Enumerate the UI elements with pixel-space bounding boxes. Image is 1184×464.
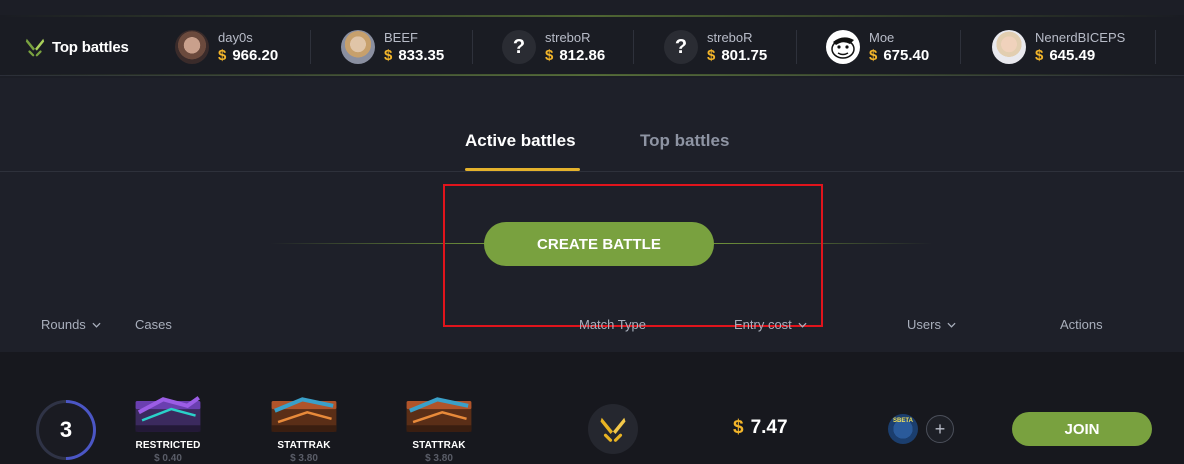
top-player-3[interactable]: ? streboR $812.86 — [502, 29, 605, 65]
join-button[interactable]: JOIN — [1012, 412, 1152, 446]
dollar-sign: $ — [869, 47, 878, 64]
swords-icon — [600, 417, 626, 442]
player-avatar — [175, 30, 209, 64]
dollar-sign: $ — [1035, 47, 1044, 64]
header-actions-label: Actions — [1060, 317, 1103, 332]
case-item[interactable]: RESTRICTED $ 0.40 — [118, 388, 218, 464]
divider — [472, 30, 473, 64]
dollar-sign: $ — [218, 47, 227, 64]
top-player-6[interactable]: NenerdBICEPS $645.49 — [992, 29, 1125, 65]
amount-value: 801.75 — [721, 47, 768, 64]
player-name: day0s — [218, 30, 253, 45]
unknown-avatar-icon: ? — [664, 30, 698, 64]
match-type-badge — [588, 404, 638, 454]
top-bar-glow-line — [0, 15, 1184, 17]
case-item[interactable]: STATTRAK $ 3.80 — [254, 388, 354, 464]
amount-value: 645.49 — [1049, 47, 1096, 64]
case-rarity: RESTRICTED — [135, 440, 201, 451]
header-rounds[interactable]: Rounds — [41, 317, 101, 332]
case-item[interactable]: STATTRAK $ 3.80 — [389, 388, 489, 464]
tab-top-battles[interactable]: Top battles — [640, 131, 729, 151]
top-player-5[interactable]: Moe $675.40 — [826, 29, 929, 65]
case-rarity: STATTRAK — [412, 440, 466, 451]
add-user-button[interactable]: + — [926, 415, 954, 443]
top-battles-title: Top battles — [52, 38, 129, 56]
amount-value: 833.35 — [398, 47, 445, 64]
header-users[interactable]: Users — [907, 317, 956, 332]
player-name: streboR — [545, 30, 591, 45]
case-image — [406, 397, 472, 432]
divider — [633, 30, 634, 64]
player-amount: $812.86 — [545, 48, 605, 63]
case-image — [271, 397, 337, 432]
header-actions: Actions — [1060, 317, 1103, 332]
player-name: BEEF — [384, 30, 418, 45]
swords-icon — [25, 38, 45, 57]
divider — [310, 30, 311, 64]
divider — [960, 30, 961, 64]
header-rounds-label: Rounds — [41, 317, 86, 332]
case-price: $ 3.80 — [425, 453, 453, 464]
player-amount: $675.40 — [869, 48, 929, 63]
player-name: NenerdBICEPS — [1035, 30, 1126, 45]
entry-cost-amount: 7.47 — [750, 417, 788, 438]
player-amount: $801.75 — [707, 48, 767, 63]
player-avatar — [341, 30, 375, 64]
player-avatar — [992, 30, 1026, 64]
player-name: Moe — [869, 30, 895, 45]
player-name: streboR — [707, 30, 753, 45]
top-player-2[interactable]: BEEF $833.35 — [341, 29, 444, 65]
header-entry-cost[interactable]: Entry cost — [734, 317, 807, 332]
unknown-avatar-icon: ? — [502, 30, 536, 64]
entry-cost-value: $7.47 — [733, 417, 788, 439]
case-price: $ 0.40 — [154, 453, 182, 464]
case-rarity: STATTRAK — [277, 440, 331, 451]
cartoon-face-icon — [831, 37, 855, 59]
tab-active-battles[interactable]: Active battles — [465, 131, 576, 151]
dollar-sign: $ — [707, 47, 716, 64]
header-cases-label: Cases — [135, 317, 172, 332]
highlight-annotation-box — [443, 184, 823, 327]
divider — [796, 30, 797, 64]
top-battles-bar: Top battles day0s $966.20 BEEF $833.35 ?… — [0, 0, 1184, 78]
amount-value: 675.40 — [883, 47, 930, 64]
user-avatar[interactable]: SBETA — [888, 414, 918, 444]
header-entry-cost-label: Entry cost — [734, 317, 792, 332]
player-avatar — [826, 30, 860, 64]
player-amount: $645.49 — [1035, 48, 1125, 63]
player-amount: $966.20 — [218, 48, 278, 63]
header-users-label: Users — [907, 317, 941, 332]
tabs-divider — [0, 171, 1184, 172]
header-match-type-label: Match Type — [579, 317, 646, 332]
player-amount: $833.35 — [384, 48, 444, 63]
dollar-sign: $ — [384, 47, 393, 64]
dollar-sign: $ — [733, 417, 744, 438]
top-player-4[interactable]: ? streboR $801.75 — [664, 29, 767, 65]
user-avatar-text: SBETA — [893, 418, 913, 424]
divider — [1155, 30, 1156, 64]
chevron-down-icon — [92, 322, 101, 328]
amount-value: 966.20 — [232, 47, 279, 64]
case-image — [135, 396, 201, 432]
chevron-down-icon — [947, 322, 956, 328]
top-battles-brand: Top battles — [24, 34, 129, 60]
dollar-sign: $ — [545, 47, 554, 64]
amount-value: 812.86 — [559, 47, 606, 64]
rounds-count: 3 — [59, 417, 73, 442]
top-player-1[interactable]: day0s $966.20 — [175, 29, 278, 65]
chevron-down-icon — [798, 322, 807, 328]
header-cases: Cases — [135, 317, 172, 332]
header-match-type: Match Type — [579, 317, 646, 332]
case-price: $ 3.80 — [290, 453, 318, 464]
top-bar-glow-line-bottom — [0, 74, 1184, 76]
